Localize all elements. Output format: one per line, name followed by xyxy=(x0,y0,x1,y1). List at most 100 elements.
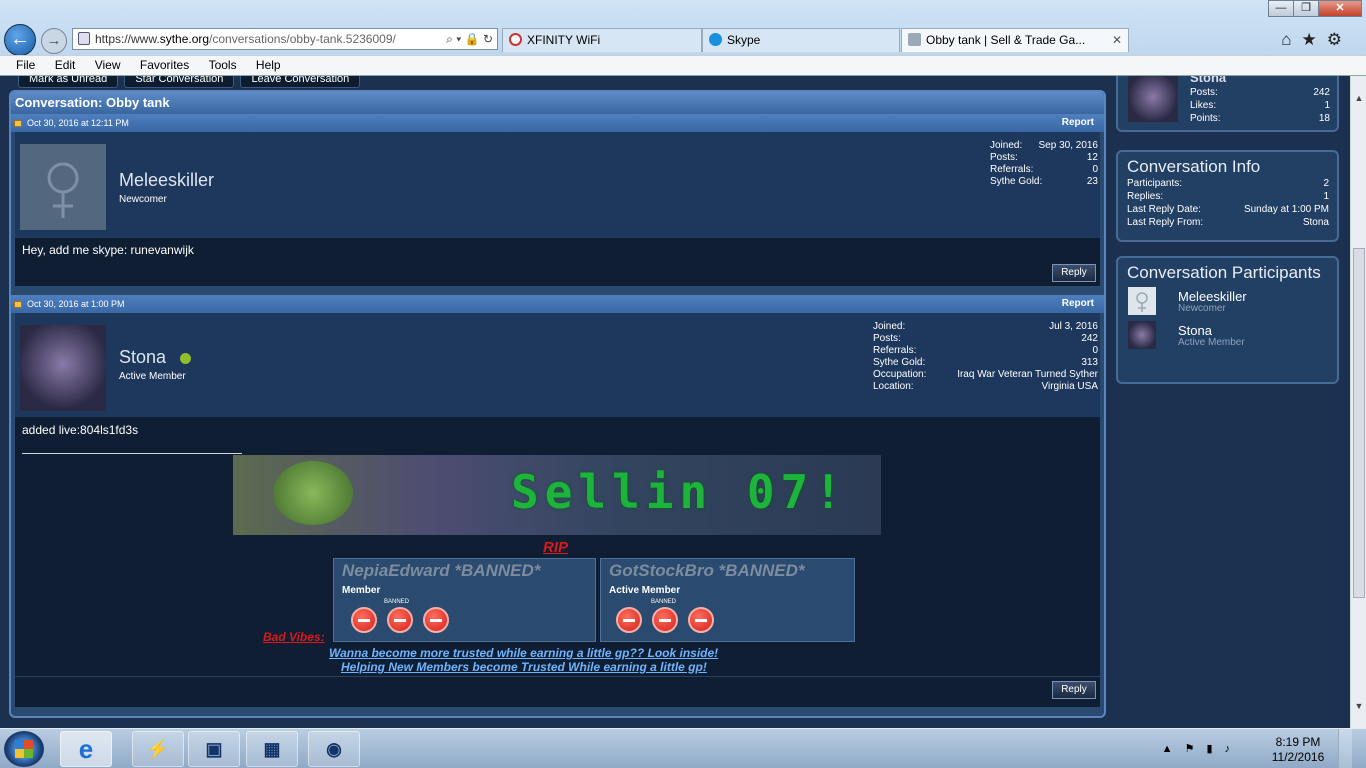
info-label: Replies: xyxy=(1127,191,1164,202)
star-conversation-button[interactable]: Star Conversation xyxy=(124,76,235,88)
banned-username: NepiaEdward *BANNED* xyxy=(342,561,541,580)
rip-heading[interactable]: RIP xyxy=(543,539,568,556)
tab-obby-tank[interactable]: Obby tank | Sell & Trade Ga... ✕ xyxy=(901,28,1129,52)
address-bar[interactable]: https://www.sythe.org/conversations/obby… xyxy=(72,28,498,50)
signature-banner[interactable]: Sellin 07! xyxy=(233,455,881,535)
scroll-thumb[interactable] xyxy=(1353,248,1365,598)
tab-skype[interactable]: Skype xyxy=(702,28,900,52)
menu-edit[interactable]: Edit xyxy=(51,58,80,72)
message-icon xyxy=(14,120,22,127)
banned-user-rank: Member xyxy=(342,585,381,596)
back-button[interactable]: ← xyxy=(4,24,36,56)
avatar[interactable] xyxy=(1128,76,1178,122)
message-text: Hey, add me skype: runevanwijk xyxy=(22,243,194,257)
stat-label: Sythe Gold: xyxy=(990,176,1043,187)
menu-view[interactable]: View xyxy=(91,58,125,72)
message-date: Oct 30, 2016 at 12:11 PM xyxy=(27,118,129,128)
stat-label: Joined: xyxy=(990,140,1023,151)
skype-icon xyxy=(709,33,722,46)
minimize-button[interactable]: — xyxy=(1268,0,1294,17)
refresh-icon[interactable]: ↻ xyxy=(483,32,493,46)
avatar[interactable] xyxy=(20,144,106,230)
network-icon[interactable]: ▮ xyxy=(1206,743,1224,755)
leave-conversation-button[interactable]: Leave Conversation xyxy=(240,76,361,88)
clock-time: 8:19 PM xyxy=(1275,735,1321,749)
message-date: Oct 30, 2016 at 1:00 PM xyxy=(27,299,125,309)
vertical-scrollbar[interactable]: ▲ ▼ xyxy=(1350,76,1366,728)
favorites-star-icon[interactable]: ★ xyxy=(1302,30,1327,49)
taskbar-internet-explorer[interactable]: e xyxy=(60,731,112,767)
taskbar-app-3[interactable]: ▦ xyxy=(246,731,298,767)
menu-tools[interactable]: Tools xyxy=(205,58,241,72)
no-entry-icon xyxy=(423,607,449,633)
scroll-down-icon[interactable]: ▼ xyxy=(1351,698,1366,714)
info-value[interactable]: Stona xyxy=(1303,216,1329,229)
window-controls: — ❐ ✕ xyxy=(1268,0,1362,18)
info-label: Last Reply From: xyxy=(1127,217,1204,228)
stat-label: Referrals: xyxy=(990,164,1034,175)
start-button[interactable] xyxy=(4,731,44,767)
message-header: Oct 30, 2016 at 12:11 PM Report xyxy=(11,114,1104,132)
lock-icon[interactable]: 🔒 xyxy=(465,32,480,46)
participant-name[interactable]: Meleeskiller xyxy=(1178,289,1247,304)
stat-label: Likes: xyxy=(1190,100,1217,111)
menu-file[interactable]: File xyxy=(12,58,39,72)
message-body: Hey, add me skype: runevanwijk Reply xyxy=(15,238,1100,286)
menu-favorites[interactable]: Favorites xyxy=(136,58,193,72)
close-tab-icon[interactable]: ✕ xyxy=(1112,29,1122,51)
stat-value: 18 xyxy=(1318,113,1330,124)
volume-icon[interactable]: ♪ xyxy=(1225,743,1243,755)
yoda-image xyxy=(273,461,353,525)
close-window-button[interactable]: ✕ xyxy=(1318,0,1362,17)
mark-unread-button[interactable]: Mark as Unread xyxy=(18,76,119,88)
scroll-up-icon[interactable]: ▲ xyxy=(1351,90,1366,106)
report-link[interactable]: Report xyxy=(1062,114,1094,132)
taskbar-app-2[interactable]: ▣ xyxy=(188,731,240,767)
report-link[interactable]: Report xyxy=(1062,295,1094,313)
show-hidden-icons-icon[interactable]: ▲ xyxy=(1162,743,1185,755)
stat-value: 242 xyxy=(1081,333,1098,344)
online-status-icon xyxy=(180,352,192,364)
sidebar-user-stats: Posts: 242 Likes: 1 Points: 18 xyxy=(1190,86,1330,125)
banned-user-card[interactable]: GotStockBro *BANNED* Active Member BANNE… xyxy=(600,558,855,642)
home-icon[interactable]: ⌂ xyxy=(1281,30,1301,49)
username[interactable]: Meleeskiller xyxy=(119,170,214,191)
stat-value: 313 xyxy=(1081,357,1098,368)
clock[interactable]: 8:19 PM 11/2/2016 xyxy=(1268,735,1328,765)
maximize-button[interactable]: ❐ xyxy=(1293,0,1319,17)
participant-rank: Active Member xyxy=(1178,337,1245,348)
avatar[interactable] xyxy=(20,325,106,411)
forward-button[interactable]: → xyxy=(41,28,67,54)
sidebar-username[interactable]: Stona xyxy=(1190,76,1226,85)
banned-user-card[interactable]: NepiaEdward *BANNED* Member BANNED xyxy=(333,558,596,642)
user-sidebar-box: Stona Posts: 242 Likes: 1 Points: 18 xyxy=(1116,76,1339,132)
participant-name[interactable]: Stona xyxy=(1178,323,1212,338)
no-entry-icon xyxy=(616,607,642,633)
settings-gear-icon[interactable]: ⚙ xyxy=(1327,30,1352,49)
username-row: Stona xyxy=(119,347,192,368)
show-desktop-button[interactable] xyxy=(1338,729,1352,768)
shield-icon xyxy=(908,33,921,46)
tab-xfinity[interactable]: XFINITY WiFi xyxy=(502,28,702,52)
promo-link[interactable]: Wanna become more trusted while earning … xyxy=(329,646,718,660)
search-icon[interactable]: ⌕ xyxy=(446,32,453,46)
maze-icon: ▦ xyxy=(263,739,281,759)
reply-button[interactable]: Reply xyxy=(1052,681,1096,699)
site-icon xyxy=(78,32,90,45)
divider xyxy=(15,676,1100,677)
clock-date: 11/2/2016 xyxy=(1271,750,1325,764)
taskbar-app-1[interactable]: ⚡ xyxy=(132,731,184,767)
participant-item[interactable]: Stona Active Member xyxy=(1118,321,1337,355)
browser-chrome: — ❐ ✕ ← → https://www.sythe.org/conversati… xyxy=(0,0,1366,76)
reply-button[interactable]: Reply xyxy=(1052,264,1096,282)
promo-link[interactable]: Helping New Members become Trusted While… xyxy=(341,660,707,674)
dropdown-icon[interactable]: ▾ xyxy=(456,32,461,46)
participant-item[interactable]: Meleeskiller Newcomer xyxy=(1118,287,1337,321)
bad-vibes-link[interactable]: Bad Vibes: xyxy=(263,630,325,644)
taskbar-app-4[interactable]: ◉ xyxy=(308,731,360,767)
flag-icon[interactable]: ⚑ xyxy=(1185,743,1207,755)
tab-label: XFINITY WiFi xyxy=(527,33,601,47)
menu-help[interactable]: Help xyxy=(252,58,285,72)
stat-value: Iraq War Veteran Turned Syther xyxy=(957,369,1098,380)
username[interactable]: Stona xyxy=(119,347,166,367)
